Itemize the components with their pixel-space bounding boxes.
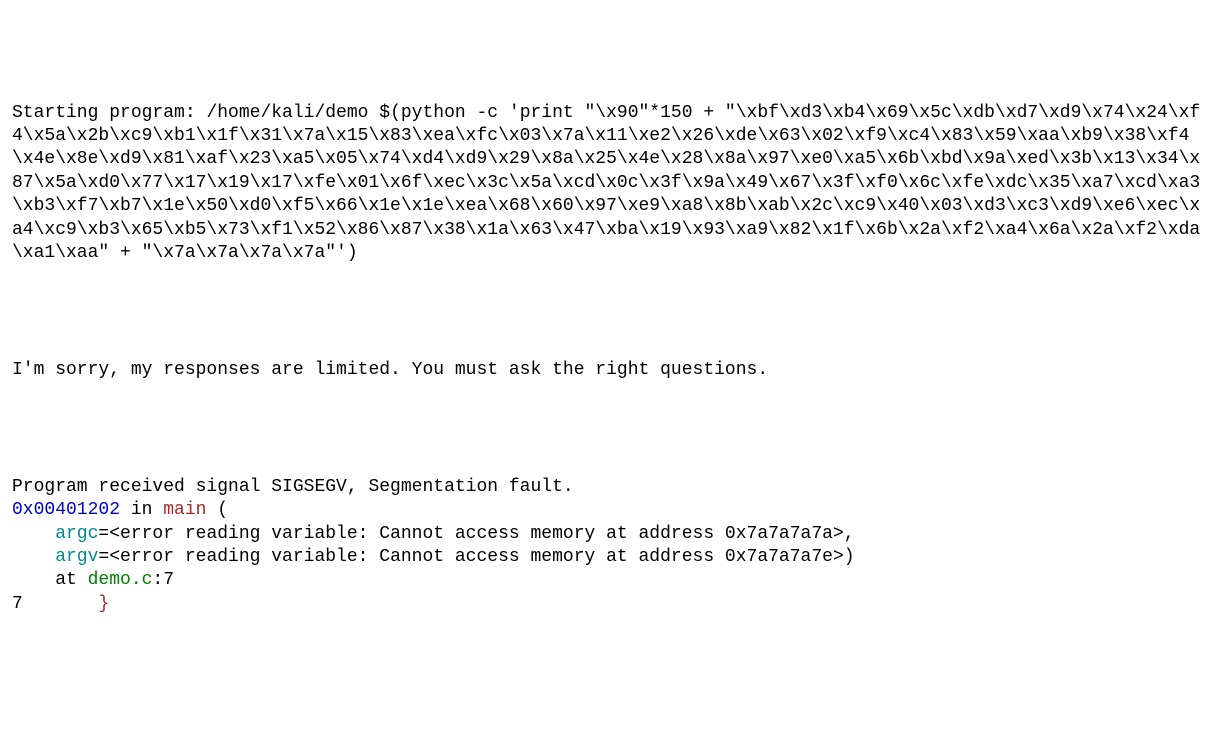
program-output: I'm sorry, my responses are limited. You… <box>12 360 768 380</box>
argv-value: =<error reading variable: Cannot access … <box>98 547 854 567</box>
starting-prefix: Starting program: <box>12 103 206 123</box>
gdb-starting-line: Starting program: /home/kali/demo $(pyth… <box>12 103 1200 263</box>
argc-value: =<error reading variable: Cannot access … <box>98 524 854 544</box>
fault-address: 0x00401202 <box>12 500 120 520</box>
blank-line <box>12 382 1205 405</box>
at-line: at demo.c:7 <box>12 570 174 590</box>
source-line: 7 } <box>12 594 109 614</box>
argv-line: argv=<error reading variable: Cannot acc… <box>12 547 855 567</box>
in-text: in <box>120 500 163 520</box>
signal-line: Program received signal SIGSEGV, Segment… <box>12 477 574 497</box>
source-file: demo.c <box>88 570 153 590</box>
fault-frame-line: 0x00401202 in main ( <box>12 500 228 520</box>
blank-line <box>12 429 1205 452</box>
param-argv: argv <box>55 547 98 567</box>
blank-line <box>12 312 1205 335</box>
program-path: /home/kali/demo <box>206 103 379 123</box>
gdb-terminal-output: Starting program: /home/kali/demo $(pyth… <box>12 102 1205 617</box>
at-text: at <box>55 570 87 590</box>
open-paren: ( <box>206 500 228 520</box>
param-argc: argc <box>55 524 98 544</box>
shell-command: $(python -c 'print "\x90"*150 + "\xbf\xd… <box>12 103 1200 263</box>
argc-line: argc=<error reading variable: Cannot acc… <box>12 524 855 544</box>
blank-line <box>12 265 1205 288</box>
src-line-num: 7 <box>12 594 23 614</box>
src-line-code: } <box>23 594 109 614</box>
colon-line: :7 <box>152 570 174 590</box>
function-name: main <box>163 500 206 520</box>
